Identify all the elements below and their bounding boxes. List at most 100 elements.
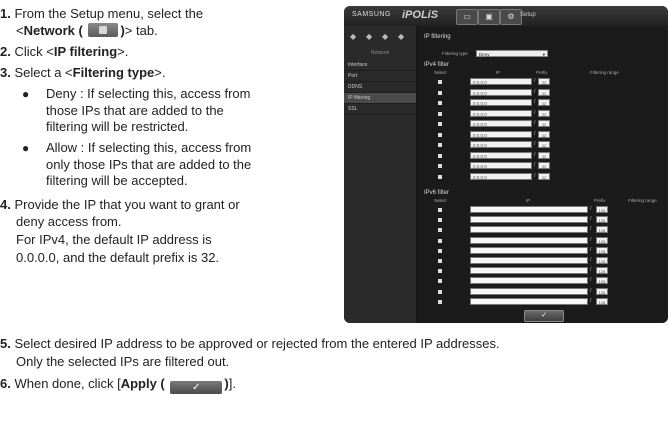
setup-icon[interactable]: ⚙: [500, 9, 522, 25]
ipv4-prefix-field[interactable]: 32: [538, 109, 550, 117]
ipv6-prefix-field[interactable]: 128: [596, 206, 608, 213]
ipv4-prefix-field[interactable]: 32: [538, 141, 550, 148]
step-3: 3. Select a <Filtering type>.: [0, 65, 166, 82]
ipv4-prefix-field[interactable]: 32: [538, 88, 550, 96]
apply-check-icon: ✓: [170, 381, 223, 394]
ipv6-address-field[interactable]: [470, 277, 588, 285]
ipv4-prefix-field[interactable]: 32: [538, 172, 550, 180]
ipv6-prefix-field[interactable]: 128: [596, 246, 608, 254]
network-icon[interactable]: ◆: [366, 32, 376, 41]
ipv4-address-field[interactable]: 0.0.0.0: [470, 120, 532, 127]
sidebar-item-ddns[interactable]: DDNS: [344, 82, 416, 93]
ipv6-address-field[interactable]: [470, 267, 588, 275]
step-number: 3.: [0, 65, 11, 80]
system-icon[interactable]: ◆: [398, 32, 408, 41]
ipv4-prefix-field[interactable]: 32: [538, 130, 550, 138]
ipv6-prefix-field[interactable]: 128: [596, 297, 608, 305]
ipv6-address-field[interactable]: [470, 257, 588, 264]
ipv4-prefix-field[interactable]: 32: [538, 78, 550, 85]
select-checkbox[interactable]: [438, 279, 442, 284]
ipv4-address-field[interactable]: 0.0.0.0: [470, 172, 532, 180]
step-4: 4. Provide the IP that you want to grant…: [0, 197, 240, 214]
separator: /: [590, 216, 592, 223]
select-checkbox[interactable]: [438, 248, 442, 253]
ipv6-address-field[interactable]: [470, 297, 588, 305]
ipv6-address-field[interactable]: [470, 226, 588, 234]
ipv4-address-field[interactable]: 0.0.0.0: [470, 130, 532, 138]
ipv6-prefix-field[interactable]: 128: [596, 277, 608, 285]
ipv6-address-field[interactable]: [470, 236, 588, 244]
apply-button[interactable]: ✓: [524, 310, 564, 322]
select-checkbox[interactable]: [438, 101, 442, 105]
ipv6-prefix-field[interactable]: 128: [596, 257, 608, 264]
text: >.: [154, 65, 166, 80]
ipv6-row: / 128: [418, 216, 668, 225]
top-bar: SAMSUNG iPOLiS ▭ ▣ ⚙ Setup: [344, 6, 668, 26]
ipv4-address-field[interactable]: 0.0.0.0: [470, 88, 532, 96]
ipv6-prefix-field[interactable]: 128: [596, 267, 608, 275]
video-icon[interactable]: ◆: [350, 32, 360, 41]
separator: /: [590, 267, 592, 274]
ipv4-address-field[interactable]: 0.0.0.0: [470, 162, 532, 169]
sidebar-section-title: Network: [370, 50, 390, 56]
select-checkbox[interactable]: [438, 259, 442, 263]
ipv4-address-field[interactable]: 0.0.0.0: [470, 78, 532, 85]
select-checkbox[interactable]: [438, 143, 442, 147]
ipv6-prefix-field[interactable]: 128: [596, 216, 608, 224]
col-ip: IP: [526, 198, 531, 203]
select-checkbox[interactable]: [438, 228, 442, 233]
col-prefix: Prefix: [536, 70, 548, 75]
bullet-deny: Deny : If selecting this, access from th…: [46, 86, 326, 136]
text: deny access from.: [16, 214, 122, 229]
ipv4-address-field[interactable]: 0.0.0.0: [470, 151, 532, 159]
ipv6-prefix-field[interactable]: 128: [596, 236, 608, 244]
step-number: 4.: [0, 197, 11, 212]
select-checkbox[interactable]: [438, 238, 442, 243]
ipv4-address-field[interactable]: 0.0.0.0: [470, 99, 532, 106]
playback-icon[interactable]: ▣: [478, 9, 500, 25]
ipv6-address-field[interactable]: [470, 246, 588, 254]
ipv4-row: 0.0.0.0/32: [418, 151, 668, 161]
text: Deny : If selecting this, access from: [46, 86, 251, 101]
step-number: 6.: [0, 376, 11, 391]
monitor-icon[interactable]: ▭: [456, 9, 478, 25]
select-checkbox[interactable]: [438, 218, 442, 223]
select-checkbox[interactable]: [438, 289, 442, 294]
separator: /: [590, 277, 592, 284]
select-checkbox[interactable]: [438, 208, 442, 212]
ipv4-address-field[interactable]: 0.0.0.0: [470, 109, 532, 117]
text: > tab.: [124, 23, 158, 38]
sidebar-item-port[interactable]: Port: [344, 71, 416, 82]
text: Provide the IP that you want to grant or: [14, 197, 240, 212]
sidebar-item-interface[interactable]: Interface: [344, 60, 416, 71]
separator: /: [590, 236, 592, 243]
select-checkbox[interactable]: [438, 132, 442, 137]
separator: /: [534, 88, 536, 95]
select-checkbox[interactable]: [438, 269, 442, 274]
ipv4-prefix-field[interactable]: 32: [538, 120, 550, 127]
ipv4-prefix-field[interactable]: 32: [538, 99, 550, 106]
filtering-type-select[interactable]: Deny ▾: [476, 50, 548, 57]
ipv6-address-field[interactable]: [470, 287, 588, 295]
select-checkbox[interactable]: [438, 90, 442, 95]
text: When done, click [: [14, 376, 121, 391]
select-checkbox[interactable]: [438, 111, 442, 116]
sidebar-item-ssl[interactable]: SSL: [344, 104, 416, 115]
ipv6-address-field[interactable]: [470, 206, 588, 213]
ipv6-prefix-field[interactable]: 128: [596, 226, 608, 234]
event-icon[interactable]: ◆: [382, 32, 392, 41]
select-checkbox[interactable]: [438, 122, 442, 126]
ipv6-address-field[interactable]: [470, 216, 588, 224]
select-checkbox[interactable]: [438, 174, 442, 179]
select-checkbox[interactable]: [438, 164, 442, 168]
select-checkbox[interactable]: [438, 153, 442, 158]
ip-filtering-panel: IP filtering Filtering type Deny ▾ IPv4 f…: [418, 26, 668, 323]
select-checkbox[interactable]: [438, 299, 442, 304]
ipv6-prefix-field[interactable]: 128: [596, 287, 608, 295]
select-checkbox[interactable]: [438, 80, 442, 84]
ipv4-address-field[interactable]: 0.0.0.0: [470, 141, 532, 148]
ipv4-prefix-field[interactable]: 32: [538, 162, 550, 169]
ipv4-prefix-field[interactable]: 32: [538, 151, 550, 159]
step-6: 6. When done, click [Apply ( ✓)].: [0, 376, 236, 394]
sidebar-item-ip-filtering[interactable]: IP filtering: [344, 93, 416, 104]
